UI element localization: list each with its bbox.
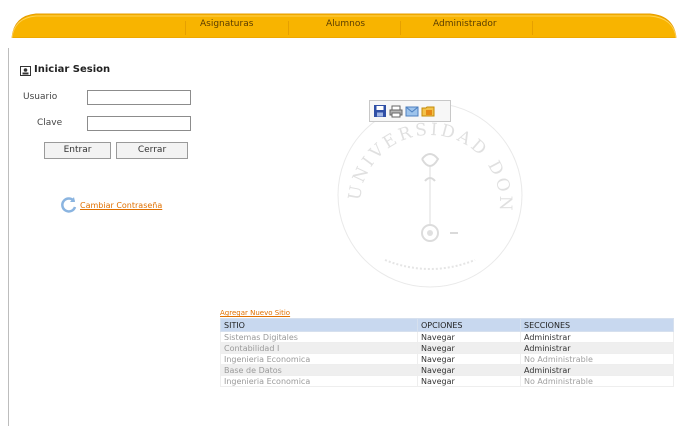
sites-table: SITIO OPCIONES SECCIONES Sistemas Digita… xyxy=(220,318,674,387)
table-row: Ingenieria Economica Navegar No Administ… xyxy=(220,353,674,365)
university-seal-watermark: UNIVERSIDAD DON BOSCO xyxy=(330,95,523,288)
table-row: Sistemas Digitales Navegar Administrar xyxy=(220,331,674,343)
nav-separator xyxy=(288,21,289,35)
navigate-link[interactable]: Navegar xyxy=(417,375,521,387)
enter-button[interactable]: Entrar xyxy=(44,142,111,159)
nav-item-asignaturas[interactable]: Asignaturas xyxy=(200,19,253,29)
mail-icon[interactable] xyxy=(405,104,419,118)
table-row: Contabilidad I Navegar Administrar xyxy=(220,342,674,354)
password-label: Clave xyxy=(37,118,63,128)
save-icon[interactable] xyxy=(373,104,387,118)
left-border xyxy=(8,48,9,426)
print-icon[interactable] xyxy=(389,104,403,118)
folder-icon[interactable] xyxy=(421,104,435,118)
column-header-sitio: SITIO xyxy=(220,318,418,332)
sections-link[interactable]: Administrar xyxy=(520,342,674,354)
table-row: Ingenieria Economica Navegar No Administ… xyxy=(220,375,674,387)
column-header-opciones: OPCIONES xyxy=(417,318,521,332)
site-name-cell: Ingenieria Economica xyxy=(220,353,418,365)
nav-separator xyxy=(185,21,186,35)
navigate-link[interactable]: Navegar xyxy=(417,331,521,343)
site-name-cell: Contabilidad I xyxy=(220,342,418,354)
nav-separator xyxy=(400,21,401,35)
navigate-link[interactable]: Navegar xyxy=(417,342,521,354)
sections-status: No Administrable xyxy=(520,375,674,387)
add-site-link[interactable]: Agregar Nuevo Sitio xyxy=(220,309,290,317)
user-input[interactable] xyxy=(87,90,191,105)
change-password-link[interactable]: Cambiar Contraseña xyxy=(80,201,162,210)
sections-link[interactable]: Administrar xyxy=(520,364,674,376)
table-row: Base de Datos Navegar Administrar xyxy=(220,364,674,376)
navigate-link[interactable]: Navegar xyxy=(417,353,521,365)
user-label: Usuario xyxy=(23,92,58,102)
navigate-link[interactable]: Navegar xyxy=(417,364,521,376)
nav-item-administrador[interactable]: Administrador xyxy=(433,19,497,29)
sections-status: No Administrable xyxy=(520,353,674,365)
site-name-cell: Base de Datos xyxy=(220,364,418,376)
password-input[interactable] xyxy=(87,116,191,131)
top-nav-bar: Asignaturas Alumnos Administrador xyxy=(10,12,678,38)
close-button[interactable]: Cerrar xyxy=(116,142,188,159)
nav-separator xyxy=(532,21,533,35)
site-name-cell: Sistemas Digitales xyxy=(220,331,418,343)
sections-link[interactable]: Administrar xyxy=(520,331,674,343)
nav-item-alumnos[interactable]: Alumnos xyxy=(326,19,365,29)
icon-toolbar xyxy=(369,100,451,122)
site-name-cell: Ingenieria Economica xyxy=(220,375,418,387)
refresh-icon xyxy=(61,197,77,213)
column-header-secciones: SECCIONES xyxy=(520,318,674,332)
table-header-row: SITIO OPCIONES SECCIONES xyxy=(220,318,674,332)
login-title: Iniciar Sesion xyxy=(34,64,111,75)
